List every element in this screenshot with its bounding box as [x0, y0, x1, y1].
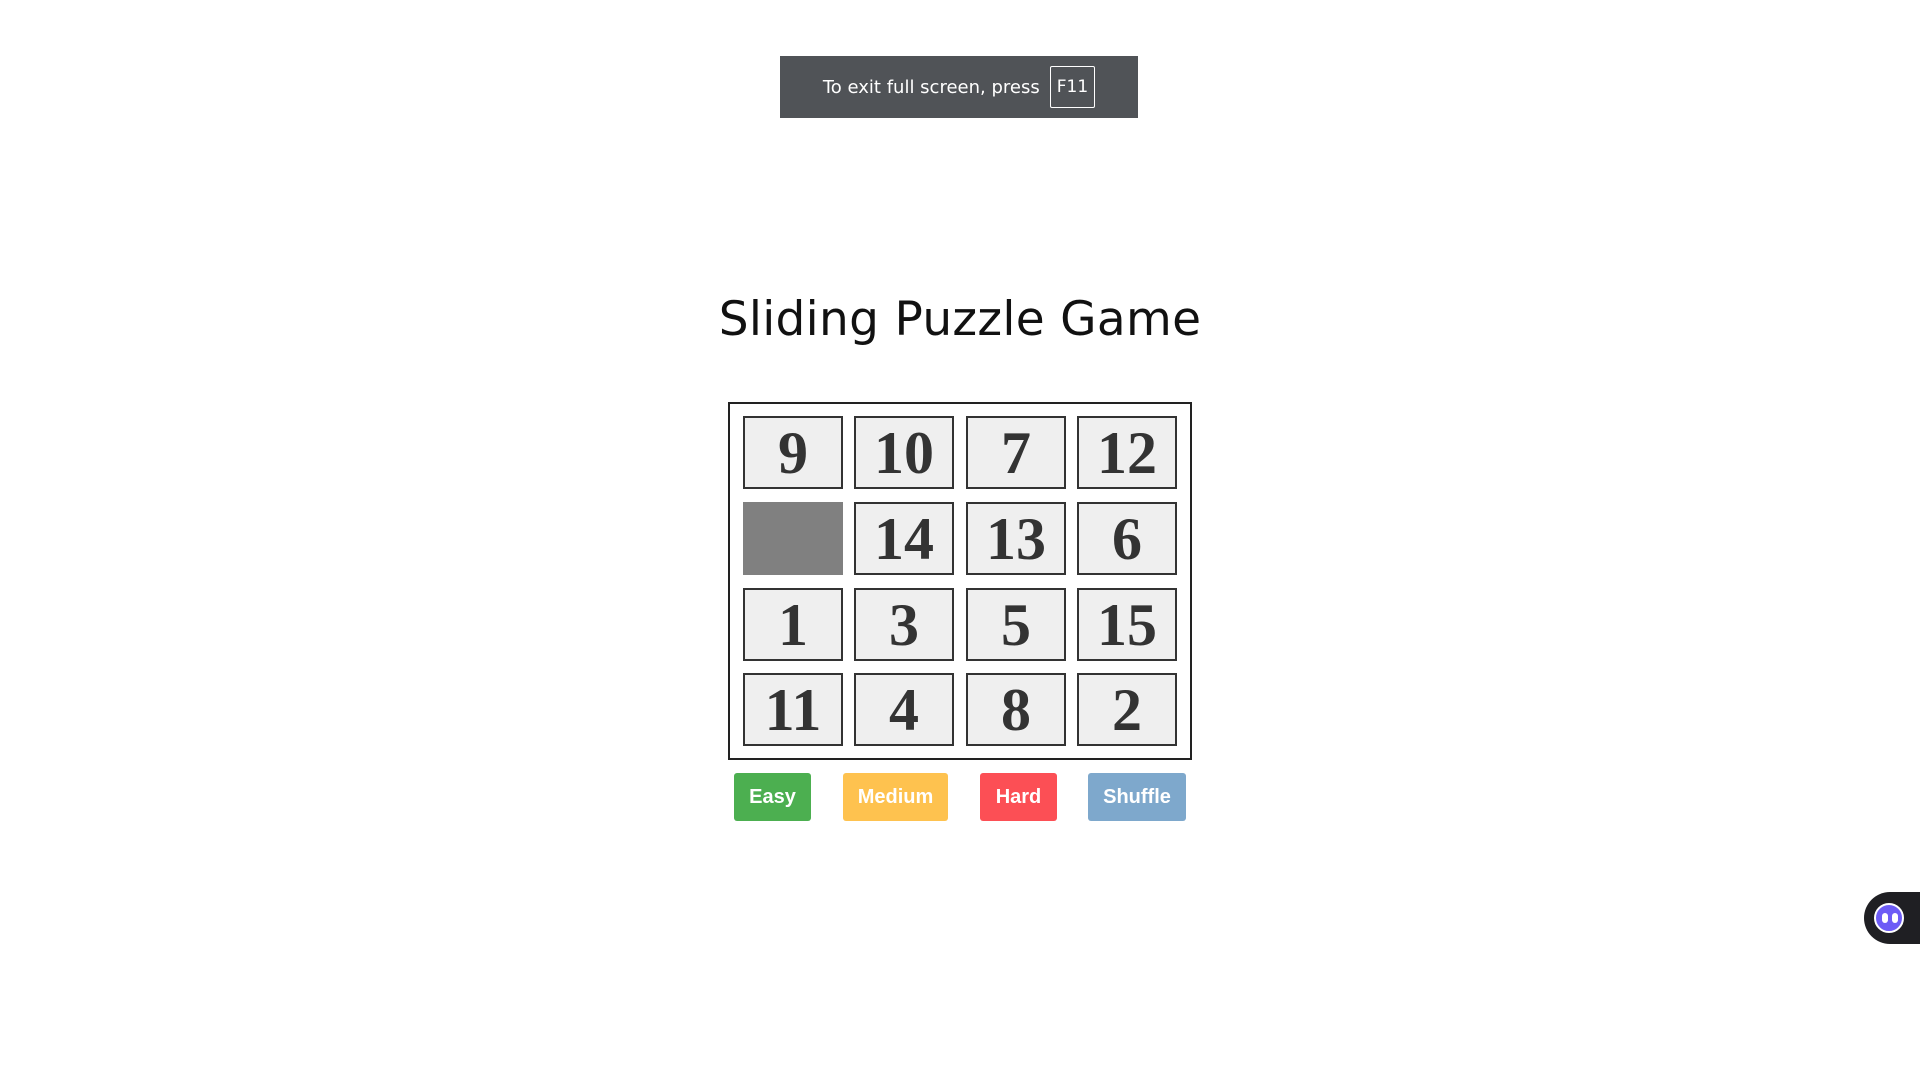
shuffle-button[interactable]: Shuffle [1088, 773, 1186, 821]
hard-button[interactable]: Hard [980, 773, 1057, 821]
puzzle-tile[interactable]: 2 [1077, 673, 1177, 746]
fullscreen-notice: To exit full screen, press F11 [780, 56, 1138, 118]
puzzle-tile[interactable]: 12 [1077, 416, 1177, 489]
puzzle-tile[interactable]: 3 [854, 588, 954, 661]
puzzle-tile[interactable]: 15 [1077, 588, 1177, 661]
easy-button[interactable]: Easy [734, 773, 811, 821]
puzzle-tile[interactable]: 4 [854, 673, 954, 746]
puzzle-tile[interactable]: 6 [1077, 502, 1177, 575]
medium-button[interactable]: Medium [843, 773, 948, 821]
puzzle-tile[interactable]: 14 [854, 502, 954, 575]
puzzle-tile[interactable]: 1 [743, 588, 843, 661]
puzzle-board: 9 10 7 12 14 13 6 1 3 5 15 11 4 8 2 [728, 402, 1192, 760]
puzzle-tile[interactable]: 8 [966, 673, 1066, 746]
puzzle-tile[interactable]: 9 [743, 416, 843, 489]
assistant-face-icon [1874, 903, 1904, 933]
puzzle-tile[interactable]: 5 [966, 588, 1066, 661]
page-title: Sliding Puzzle Game [718, 292, 1202, 347]
puzzle-tile[interactable]: 13 [966, 502, 1066, 575]
empty-slot[interactable] [743, 502, 843, 575]
puzzle-tile[interactable]: 10 [854, 416, 954, 489]
assistant-widget[interactable] [1864, 892, 1920, 944]
puzzle-tile[interactable]: 7 [966, 416, 1066, 489]
puzzle-tile[interactable]: 11 [743, 673, 843, 746]
fullscreen-message: To exit full screen, press [822, 76, 1040, 98]
f11-key-badge: F11 [1049, 66, 1096, 108]
